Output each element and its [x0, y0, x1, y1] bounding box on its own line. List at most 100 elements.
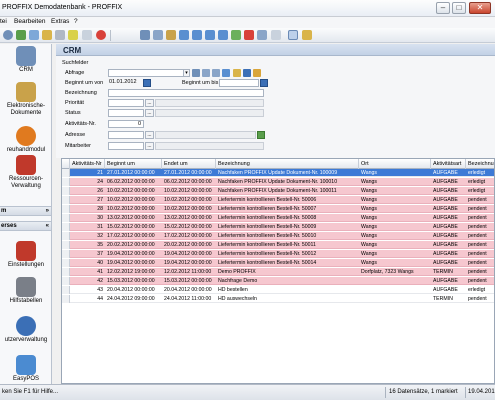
menu-bearbeiten[interactable]: Bearbeiten: [14, 18, 45, 25]
column-header[interactable]: Bezeichnung: [216, 159, 359, 169]
filter-remove-icon[interactable]: [212, 69, 220, 77]
folder-icon[interactable]: [42, 30, 52, 40]
save-icon[interactable]: [243, 69, 251, 77]
save-query-icon[interactable]: [222, 69, 230, 77]
calendar-icon[interactable]: [143, 79, 151, 87]
menu-help[interactable]: ?: [74, 18, 78, 25]
column-header[interactable]: Beginnt um: [105, 159, 162, 169]
prioritaet-field[interactable]: [108, 99, 144, 107]
sidebar-item-settings[interactable]: Einstellungen: [0, 241, 51, 269]
note-icon[interactable]: [68, 30, 78, 40]
first-record-icon[interactable]: [179, 30, 189, 40]
column-header[interactable]: Bezeichnu: [466, 159, 494, 169]
row-selector[interactable]: [62, 286, 70, 294]
sidebar-item-documents[interactable]: Elektronische-Dokumente: [0, 82, 51, 117]
table-row[interactable]: 26 10.02.2012 00:00:00 10.02.2012 00:00:00…: [62, 187, 494, 195]
table-row[interactable]: 40 19.04.2012 00:00:00 19.04.2012 00:00:00…: [62, 259, 494, 267]
filter-icon[interactable]: [140, 30, 150, 40]
export-icon[interactable]: [302, 30, 312, 40]
status-field[interactable]: [108, 109, 144, 117]
table-row[interactable]: 21 27.01.2012 00:00:00 27.01.2012 00:00:00…: [62, 169, 494, 177]
view-toggle-icon[interactable]: [288, 30, 298, 40]
page-title: CRM: [63, 46, 82, 55]
save-icon[interactable]: [55, 30, 65, 40]
table-row[interactable]: 35 20.02.2012 00:00:00 20.02.2012 00:00:00…: [62, 241, 494, 249]
table-row[interactable]: 31 15.02.2012 00:00:00 15.02.2012 00:00:00…: [62, 223, 494, 231]
forward-icon[interactable]: [29, 30, 39, 40]
copy-icon[interactable]: [82, 30, 92, 40]
table-row[interactable]: 32 17.02.2012 00:00:00 17.02.2012 00:00:00…: [62, 232, 494, 240]
last-record-icon[interactable]: [218, 30, 228, 40]
maximize-button[interactable]: □: [452, 2, 466, 14]
sidebar-section-header[interactable]: m»: [0, 206, 51, 216]
column-header[interactable]: Aktivitäts-Nr: [70, 159, 105, 169]
refresh-icon[interactable]: [16, 30, 26, 40]
adresse-lookup-button[interactable]: ...: [145, 131, 154, 139]
row-selector[interactable]: [62, 178, 70, 186]
address-card-icon[interactable]: [257, 131, 265, 139]
find-icon[interactable]: [153, 30, 163, 40]
sidebar-item-treuhand[interactable]: reuhandmodul: [0, 126, 51, 154]
clear-icon[interactable]: [253, 69, 261, 77]
list-icon[interactable]: [271, 30, 281, 40]
chevron-down-icon[interactable]: ▾: [183, 69, 190, 77]
column-header[interactable]: Endet um: [162, 159, 216, 169]
next-record-icon[interactable]: [205, 30, 215, 40]
aktivitaets-nr-field[interactable]: 0: [108, 120, 144, 128]
sidebar-item-resources[interactable]: Ressourcen-Verwaltung: [0, 155, 51, 190]
table-row[interactable]: 41 12.02.2012 19:00:00 12.02.2012 11:00:00…: [62, 268, 494, 276]
row-selector[interactable]: [62, 241, 70, 249]
sidebar-item-tables[interactable]: Hilfstabellen: [0, 277, 51, 305]
sort-icon[interactable]: [166, 30, 176, 40]
sidebar-item-user-admin[interactable]: utzerverwaltung: [0, 316, 51, 344]
row-selector[interactable]: [62, 187, 70, 195]
table-row[interactable]: 24 06.02.2012 00:00:00 06.02.2012 00:00:00…: [62, 178, 494, 186]
menu-datei[interactable]: tei: [0, 18, 7, 25]
adresse-field[interactable]: [108, 131, 144, 139]
table-row[interactable]: 37 19.04.2012 00:00:00 19.04.2012 00:00:00…: [62, 250, 494, 258]
sidebar-item-easypos[interactable]: EasyPOS: [0, 355, 51, 383]
search-filter-icon[interactable]: [192, 69, 200, 77]
column-header[interactable]: Ort: [359, 159, 431, 169]
abfrage-select[interactable]: [108, 69, 189, 77]
row-selector[interactable]: [62, 232, 70, 240]
new-record-icon[interactable]: [231, 30, 241, 40]
table-row[interactable]: 44 24.04.2012 09:00:00 24.04.2012 11:00:00…: [62, 295, 494, 303]
row-selector[interactable]: [62, 295, 70, 303]
row-selector[interactable]: [62, 196, 70, 204]
row-selector[interactable]: [62, 277, 70, 285]
minimize-button[interactable]: –: [436, 2, 450, 14]
row-selector[interactable]: [62, 268, 70, 276]
row-selector[interactable]: [62, 223, 70, 231]
table-row[interactable]: 28 10.02.2012 00:00:00 10.02.2012 00:00:00…: [62, 205, 494, 213]
table-row[interactable]: 30 13.02.2012 00:00:00 13.02.2012 00:00:00…: [62, 214, 494, 222]
row-selector[interactable]: [62, 169, 70, 177]
menu-extras[interactable]: Extras: [51, 18, 69, 25]
calendar-icon[interactable]: [260, 79, 268, 87]
row-selector[interactable]: [62, 250, 70, 258]
stop-icon[interactable]: [96, 30, 106, 40]
sidebar-item-crm[interactable]: CRM: [0, 46, 51, 74]
table-row[interactable]: 42 15.03.2012 00:00:00 15.03.2012 00:00:00…: [62, 277, 494, 285]
beginnt-bis-field[interactable]: [219, 79, 259, 87]
status-lookup-button[interactable]: ...: [145, 109, 154, 117]
bezeichnung-field[interactable]: [108, 89, 264, 97]
mitarbeiter-field[interactable]: [108, 142, 144, 150]
column-header[interactable]: Aktivitätsart: [431, 159, 466, 169]
sidebar-section-header[interactable]: erses «: [0, 221, 51, 231]
table-row[interactable]: 43 20.04.2012 00:00:00 20.04.2012 00:00:00…: [62, 286, 494, 294]
table-row[interactable]: 27 10.02.2012 00:00:00 10.02.2012 00:00:00…: [62, 196, 494, 204]
row-selector[interactable]: [62, 205, 70, 213]
prioritaet-lookup-button[interactable]: ...: [145, 99, 154, 107]
delete-record-icon[interactable]: [244, 30, 254, 40]
close-button[interactable]: ✕: [469, 2, 491, 14]
filter-add-icon[interactable]: [202, 69, 210, 77]
row-selector[interactable]: [62, 259, 70, 267]
print-icon[interactable]: [257, 30, 267, 40]
mitarbeiter-lookup-button[interactable]: ...: [145, 142, 154, 150]
beginnt-von-field[interactable]: 01.01.2012: [108, 79, 141, 87]
prev-record-icon[interactable]: [192, 30, 202, 40]
open-folder-icon[interactable]: [233, 69, 241, 77]
row-selector[interactable]: [62, 214, 70, 222]
back-icon[interactable]: [3, 30, 13, 40]
